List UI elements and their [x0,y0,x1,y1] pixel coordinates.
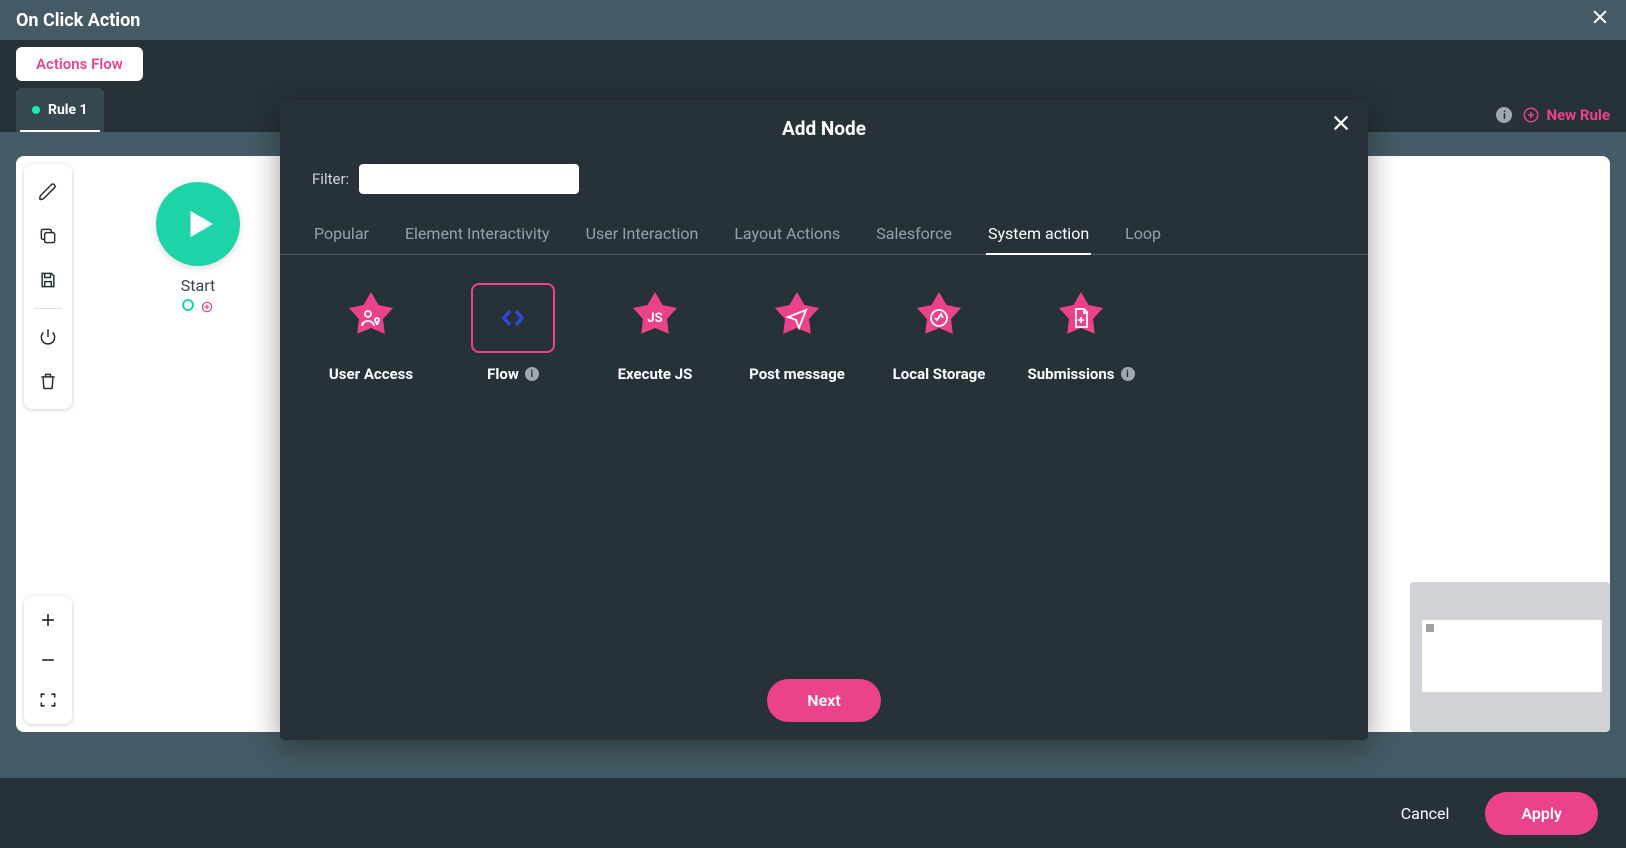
node-submissions[interactable]: Submissions i [1022,283,1140,383]
modal-footer: Next [280,661,1368,740]
node-post-message[interactable]: Post message [738,283,856,383]
actions-flow-button[interactable]: Actions Flow [16,47,143,81]
modal-close-icon[interactable] [1330,112,1352,140]
add-node-icon[interactable] [200,299,214,318]
tab-loop[interactable]: Loop [1123,214,1163,255]
start-node-ports [182,299,214,318]
node-flow[interactable]: Flow i [454,283,572,383]
rule-tab-1[interactable]: Rule 1 [16,88,104,132]
rule-info-badge[interactable]: i [1496,107,1512,123]
node-label: Local Storage [893,365,986,383]
tab-user-interaction[interactable]: User Interaction [584,214,701,255]
tab-element-interactivity[interactable]: Element Interactivity [403,214,552,255]
dialog-title: On Click Action [16,10,1590,31]
rule-active-dot [32,106,40,114]
node-label: Execute JS [618,365,693,383]
new-rule-button[interactable]: New Rule [1522,106,1610,124]
minimap[interactable] [1410,582,1610,732]
apply-button[interactable]: Apply [1485,792,1598,835]
start-node-label: Start [181,276,215,295]
trash-icon[interactable] [28,361,68,401]
tab-layout-actions[interactable]: Layout Actions [732,214,842,255]
minimap-viewport [1422,620,1602,692]
js-icon: JS [647,311,662,326]
document-icon [1069,306,1093,330]
paper-plane-icon [785,306,809,330]
dialog-footer: Cancel Apply [0,778,1626,848]
node-label: Flow [487,365,519,383]
node-user-access[interactable]: User Access [312,283,430,383]
user-access-icon [359,306,383,330]
rule-tab-label: Rule 1 [48,102,88,118]
node-local-storage[interactable]: Local Storage [880,283,998,383]
node-label: User Access [329,365,413,383]
node-label: Post message [749,365,845,383]
modal-header: Add Node [280,100,1368,156]
dialog-close-icon[interactable] [1590,7,1610,33]
fit-view-icon[interactable] [28,680,68,720]
cancel-button[interactable]: Cancel [1385,794,1466,833]
flow-info-badge[interactable]: i [525,367,539,381]
add-node-modal: Add Node Filter: Popular Element Interac… [280,100,1368,740]
node-grid: User Access Flow i JS [280,255,1368,661]
filter-label: Filter: [312,170,349,188]
new-rule-label: New Rule [1546,106,1610,124]
edit-icon[interactable] [28,172,68,212]
submissions-info-badge[interactable]: i [1121,367,1135,381]
copy-icon[interactable] [28,216,68,256]
node-execute-js[interactable]: JS Execute JS [596,283,714,383]
tab-system-action[interactable]: System action [986,214,1091,255]
port-output-icon[interactable] [182,299,194,311]
filter-row: Filter: [280,156,1368,214]
tab-salesforce[interactable]: Salesforce [874,214,954,255]
flow-icon [485,290,541,346]
canvas-toolbar [24,164,72,409]
power-icon[interactable] [28,317,68,357]
subheader: Actions Flow [0,40,1626,88]
storage-icon [927,306,951,330]
modal-title: Add Node [782,117,866,140]
dialog-header: On Click Action [0,0,1626,40]
play-icon [156,182,240,266]
node-label: Submissions [1028,365,1115,383]
zoom-toolbar [24,596,72,724]
next-button[interactable]: Next [767,679,880,722]
zoom-out-icon[interactable] [28,640,68,680]
start-node[interactable]: Start [156,182,240,318]
toolbar-separator [34,308,62,309]
minimap-node-dot [1426,624,1434,632]
save-icon[interactable] [28,260,68,300]
category-tabs: Popular Element Interactivity User Inter… [280,214,1368,255]
filter-input[interactable] [359,164,579,194]
tab-popular[interactable]: Popular [312,214,371,255]
zoom-in-icon[interactable] [28,600,68,640]
